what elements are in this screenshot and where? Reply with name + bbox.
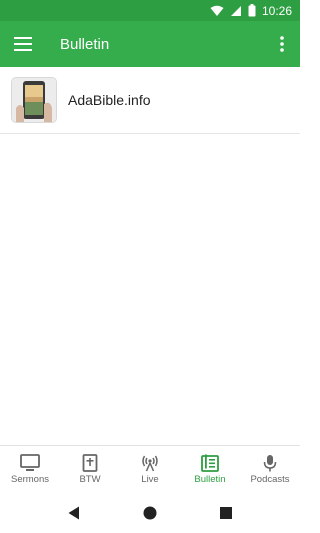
home-circle-icon [143, 506, 157, 519]
more-options-button[interactable] [264, 21, 300, 67]
nav-label-bulletin: Bulletin [194, 473, 226, 485]
nav-item-btw[interactable]: BTW [60, 446, 120, 492]
broadcast-icon [142, 455, 158, 471]
nav-label-sermons: Sermons [10, 473, 49, 485]
tv-icon [20, 453, 40, 471]
bible-icon [82, 453, 98, 472]
bulletin-list: AdaBible.info [0, 67, 300, 445]
system-recents-button[interactable] [188, 492, 264, 533]
hamburger-menu-icon [14, 37, 32, 51]
microphone-icon [263, 454, 277, 471]
more-vert-icon [280, 36, 284, 52]
system-back-button[interactable] [36, 492, 112, 533]
app-bar: Bulletin [0, 21, 300, 67]
nav-label-podcasts: Podcasts [250, 473, 290, 485]
item-thumbnail [12, 78, 56, 122]
status-time: 10:26 [261, 3, 292, 18]
nav-item-podcasts[interactable]: Podcasts [240, 446, 300, 492]
cellular-signal-icon [230, 5, 241, 16]
back-triangle-icon [68, 506, 79, 519]
recents-square-icon [220, 506, 232, 519]
system-navigation-bar [0, 492, 300, 533]
status-bar: 10:26 [0, 0, 300, 21]
list-item[interactable]: AdaBible.info [0, 67, 300, 134]
wifi-icon [210, 5, 224, 16]
list-item-label: AdaBible.info [68, 92, 151, 108]
nav-item-sermons[interactable]: Sermons [0, 446, 60, 492]
battery-icon [248, 4, 256, 17]
nav-item-live[interactable]: Live [120, 446, 180, 492]
bulletin-icon [201, 454, 219, 472]
nav-label-live: Live [141, 473, 159, 485]
bottom-navigation: Sermons BTW Live Bulletin Podcasts [0, 445, 300, 492]
nav-item-bulletin[interactable]: Bulletin [180, 446, 240, 492]
page-title: Bulletin [60, 35, 110, 53]
menu-button[interactable] [0, 21, 46, 67]
nav-label-btw: BTW [79, 473, 101, 485]
system-home-button[interactable] [112, 492, 188, 533]
